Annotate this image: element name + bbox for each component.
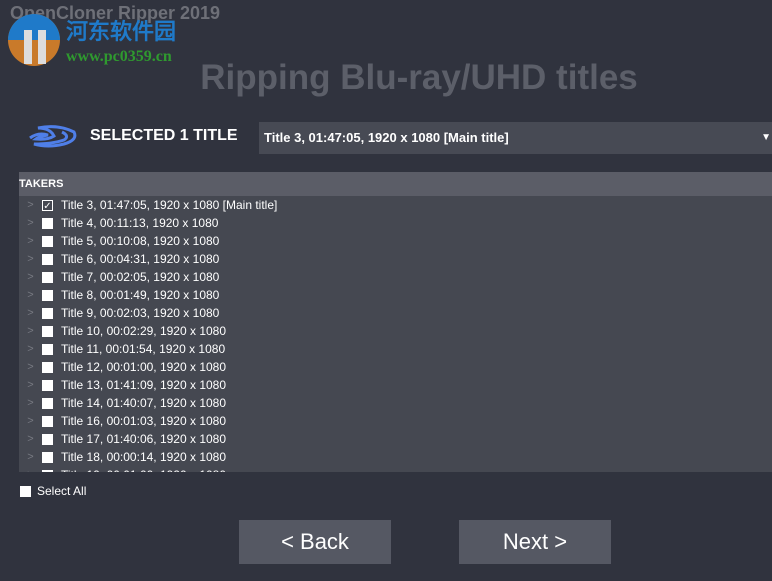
- checkbox[interactable]: [42, 307, 53, 319]
- list-item[interactable]: > Title 18, 00:00:14, 1920 x 1080: [19, 448, 772, 466]
- checkbox[interactable]: [42, 253, 53, 265]
- dropdown-value: Title 3, 01:47:05, 1920 x 1080 [Main tit…: [264, 130, 509, 145]
- item-label: Title 19, 00:01:00, 1920 x 1080: [61, 468, 226, 472]
- expand-chevron-icon[interactable]: >: [19, 451, 42, 463]
- item-label: Title 7, 00:02:05, 1920 x 1080: [61, 270, 220, 284]
- item-label: Title 4, 00:11:13, 1920 x 1080: [61, 216, 219, 230]
- expand-chevron-icon[interactable]: >: [19, 235, 42, 247]
- select-all-checkbox[interactable]: Select All: [20, 484, 86, 498]
- checkbox[interactable]: [42, 325, 53, 337]
- select-all-label: Select All: [37, 484, 87, 498]
- checkbox[interactable]: [42, 289, 53, 301]
- list-item[interactable]: > Title 19, 00:01:00, 1920 x 1080: [19, 466, 772, 472]
- list-item[interactable]: > Title 5, 00:10:08, 1920 x 1080: [19, 232, 772, 250]
- checkbox[interactable]: [42, 217, 53, 229]
- item-label: Title 13, 01:41:09, 1920 x 1080: [61, 378, 227, 392]
- item-label: Title 5, 00:10:08, 1920 x 1080: [61, 234, 220, 248]
- checkbox[interactable]: [42, 469, 53, 472]
- expand-chevron-icon[interactable]: >: [19, 325, 42, 337]
- item-label: Title 11, 00:01:54, 1920 x 1080: [61, 342, 226, 356]
- item-label: Title 16, 00:01:03, 1920 x 1080: [61, 414, 227, 428]
- item-label: Title 10, 00:02:29, 1920 x 1080: [61, 324, 227, 338]
- item-label: Title 14, 01:40:07, 1920 x 1080: [61, 396, 227, 410]
- list-item[interactable]: > Title 10, 00:02:29, 1920 x 1080: [19, 322, 772, 340]
- list-item[interactable]: > Title 11, 00:01:54, 1920 x 1080: [19, 340, 772, 358]
- item-label: Title 18, 00:00:14, 1920 x 1080: [61, 450, 227, 464]
- checkbox[interactable]: [42, 361, 53, 373]
- checkbox[interactable]: [20, 485, 31, 497]
- expand-chevron-icon[interactable]: >: [19, 199, 42, 211]
- checkbox[interactable]: [42, 379, 53, 391]
- expand-chevron-icon[interactable]: >: [19, 253, 42, 265]
- list-item[interactable]: > Title 16, 00:01:03, 1920 x 1080: [19, 412, 772, 430]
- next-button[interactable]: Next >: [459, 520, 611, 564]
- checkbox[interactable]: [42, 433, 53, 445]
- back-button[interactable]: < Back: [239, 520, 391, 564]
- expand-chevron-icon[interactable]: >: [19, 415, 42, 427]
- checkbox[interactable]: [42, 397, 53, 409]
- expand-chevron-icon[interactable]: >: [19, 289, 42, 301]
- expand-chevron-icon[interactable]: >: [19, 361, 42, 373]
- expand-chevron-icon[interactable]: >: [19, 271, 42, 283]
- page-title: Ripping Blu-ray/UHD titles: [200, 58, 638, 97]
- title-dropdown[interactable]: Title 3, 01:47:05, 1920 x 1080 [Main tit…: [259, 122, 772, 154]
- selected-count-label: SELECTED 1 TITLE: [90, 127, 238, 144]
- item-label: Title 17, 01:40:06, 1920 x 1080: [61, 432, 227, 446]
- item-label: Title 12, 00:01:00, 1920 x 1080: [61, 360, 227, 374]
- list-item[interactable]: > Title 8, 00:01:49, 1920 x 1080: [19, 286, 772, 304]
- list-item[interactable]: > ✓ Title 3, 01:47:05, 1920 x 1080 [Main t…: [19, 196, 772, 214]
- expand-chevron-icon[interactable]: >: [19, 379, 42, 391]
- checkbox[interactable]: [42, 271, 53, 283]
- checkbox[interactable]: ✓: [42, 199, 53, 212]
- titles-list: TAKERS > ✓ Title 3, 01:47:05, 1920 x 1080 …: [19, 172, 772, 472]
- list-item[interactable]: > Title 7, 00:02:05, 1920 x 1080: [19, 268, 772, 286]
- list-item[interactable]: > Title 4, 00:11:13, 1920 x 1080: [19, 214, 772, 232]
- expand-chevron-icon[interactable]: >: [19, 433, 42, 445]
- list-item[interactable]: > Title 6, 00:04:31, 1920 x 1080: [19, 250, 772, 268]
- watermark-text: 河东软件园: [66, 19, 177, 45]
- chevron-down-icon[interactable]: ▼: [761, 122, 771, 154]
- expand-chevron-icon[interactable]: >: [19, 343, 42, 355]
- checkbox[interactable]: [42, 343, 53, 355]
- checkbox[interactable]: [42, 415, 53, 427]
- bluray-logo-icon: [29, 125, 77, 148]
- list-header: TAKERS: [19, 172, 772, 196]
- list-item[interactable]: > Title 17, 01:40:06, 1920 x 1080: [19, 430, 772, 448]
- expand-chevron-icon[interactable]: >: [19, 469, 42, 472]
- checkbox[interactable]: [42, 451, 53, 463]
- list-item[interactable]: > Title 14, 01:40:07, 1920 x 1080: [19, 394, 772, 412]
- item-label: Title 9, 00:02:03, 1920 x 1080: [61, 306, 220, 320]
- checkbox[interactable]: [42, 235, 53, 247]
- item-label: Title 8, 00:01:49, 1920 x 1080: [61, 288, 220, 302]
- expand-chevron-icon[interactable]: >: [19, 397, 42, 409]
- expand-chevron-icon[interactable]: >: [19, 217, 42, 229]
- item-label: Title 3, 01:47:05, 1920 x 1080 [Main tit…: [61, 198, 278, 212]
- list-item[interactable]: > Title 9, 00:02:03, 1920 x 1080: [19, 304, 772, 322]
- expand-chevron-icon[interactable]: >: [19, 307, 42, 319]
- item-label: Title 6, 00:04:31, 1920 x 1080: [61, 252, 220, 266]
- list-item[interactable]: > Title 12, 00:01:00, 1920 x 1080: [19, 358, 772, 376]
- list-item[interactable]: > Title 13, 01:41:09, 1920 x 1080: [19, 376, 772, 394]
- selection-summary: SELECTED 1 TITLE: [28, 124, 238, 148]
